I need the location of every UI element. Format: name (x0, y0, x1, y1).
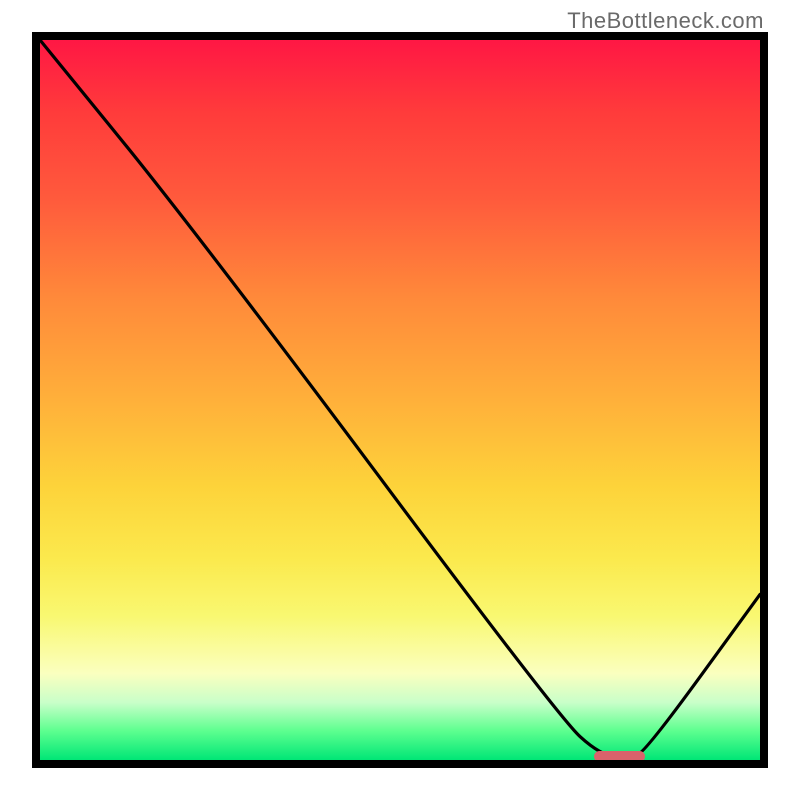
watermark-text: TheBottleneck.com (567, 8, 764, 34)
plot-frame (32, 32, 768, 768)
plot-area (40, 40, 760, 760)
bottleneck-curve (40, 40, 760, 756)
chart-container: TheBottleneck.com (0, 0, 800, 800)
curve-svg (40, 40, 760, 760)
optimal-marker (594, 751, 644, 760)
